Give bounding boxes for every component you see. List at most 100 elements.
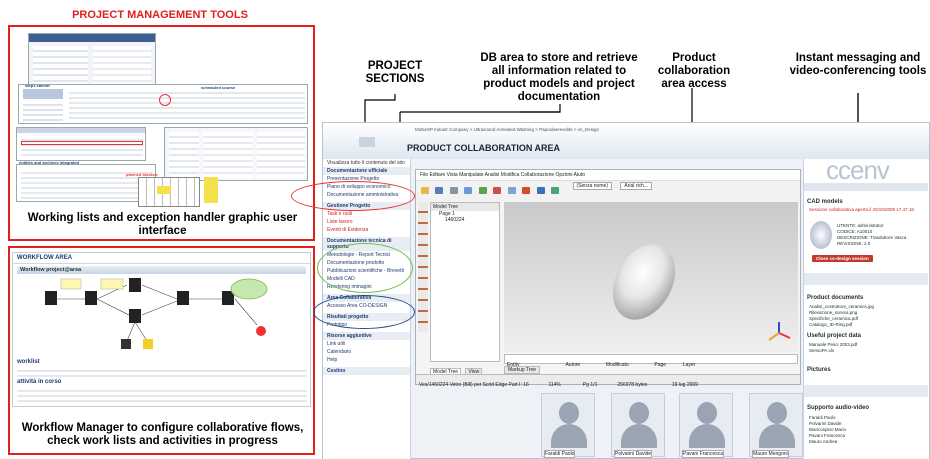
person-name: Mauro Mengoni — [752, 450, 789, 458]
font-field[interactable]: (Senza nome) — [572, 182, 612, 190]
video-tile[interactable]: Polvarini Davide — [611, 393, 665, 458]
app-window: MoNeSP Industr Company > Ultrasound Anne… — [291, 122, 930, 459]
viewer-canvas[interactable] — [504, 202, 798, 352]
viewer-tabs: Model Tree View — [430, 363, 500, 376]
workflow-diagram — [45, 278, 268, 349]
person-body — [621, 424, 657, 448]
cad-code: CODICE: A10010 — [837, 229, 873, 234]
prop-header: Layer — [682, 362, 696, 368]
model-tree-title: Model Tree — [431, 203, 499, 211]
sidebar-item[interactable]: Help — [323, 356, 410, 364]
status-date: 19 lug 2009 — [671, 382, 698, 388]
product-docs-title: Product documents — [807, 295, 864, 301]
sidebar-item[interactable]: Task e ruoli — [323, 210, 410, 218]
video-tile[interactable]: Mauro Mengoni — [749, 393, 803, 458]
person-name: Pavani Francesca — [682, 450, 725, 458]
page-title: PRODUCT COLLABORATION AREA — [407, 143, 560, 153]
activities-label: attività in corso — [17, 379, 62, 385]
pm-screenshot-5: entities and archives integrated — [16, 160, 156, 202]
useful-link[interactable]: Manuale Pesci 2003.pdf — [804, 342, 862, 347]
useful-link[interactable]: SensoPA.xls — [804, 348, 839, 353]
sidebar-item[interactable]: Liste lavoro — [323, 218, 410, 226]
workflow-screenshot: WORKFLOW AREA Workflow project@area work… — [12, 252, 311, 407]
doc-link[interactable]: Analisi_costruttore_ceramica.jpg — [804, 304, 879, 309]
workflow-area-title: WORKFLOW AREA — [13, 253, 310, 264]
sidebar-item[interactable]: Calendario — [323, 348, 410, 356]
audio-video-title: Supporto audio-video — [807, 405, 869, 411]
prop-header: Autore — [565, 362, 581, 368]
color-icon[interactable] — [522, 187, 531, 194]
audio-contact[interactable]: Faraldi Paolo — [804, 415, 841, 420]
doc-link[interactable]: Rilevazione_sonora.png — [804, 310, 862, 315]
pictures-title: Pictures — [807, 367, 831, 373]
useful-data-title: Useful project data — [807, 333, 862, 339]
cad-model — [600, 233, 688, 331]
sidebar-item[interactable]: Eventi di Evidenza — [323, 226, 410, 234]
person-avatar-icon — [629, 402, 649, 424]
pm-screenshot-2: step1 cannot scheduled course — [18, 83, 308, 124]
pm-calendar-grid — [138, 177, 200, 207]
breadcrumb[interactable]: MoNeSP Industr Company > Ultrasound Anne… — [415, 127, 599, 132]
cad-viewer: File Editare Vista Manipulate Analisi Mo… — [415, 169, 801, 388]
sidebar-footer[interactable]: Cestino — [323, 367, 410, 375]
pm-screenshot-4 — [164, 127, 308, 181]
doc-link[interactable]: Catalogo_ID-Ring.pdf — [804, 322, 857, 327]
model-tree: Model Tree Page 1 1460224 — [430, 202, 500, 362]
measure-icon[interactable] — [493, 187, 502, 194]
fit-icon[interactable] — [536, 187, 545, 194]
brand-logo: ccenv — [826, 155, 890, 185]
person-body — [759, 424, 795, 448]
viewer-menu[interactable]: File Editare Vista Manipulate Analisi Mo… — [416, 170, 800, 181]
sidebar-item[interactable]: Link utili — [323, 340, 410, 348]
highlight-green — [317, 243, 413, 293]
prop-header: Page — [654, 362, 667, 368]
logo-bar — [804, 183, 928, 191]
person-avatar-icon — [697, 402, 717, 424]
pm-tag-step1: step1 cannot — [25, 83, 50, 88]
workflow-box: WORKFLOW AREA Workflow project@area work… — [8, 246, 315, 455]
pictures-bar — [804, 385, 928, 397]
pm-tag-entities: entities and archives integrated — [19, 160, 80, 165]
markup-icon[interactable] — [551, 187, 560, 194]
video-tile[interactable]: Faraldi Paolo — [541, 393, 595, 458]
tab-markup-tree[interactable]: Markup Tree — [504, 366, 541, 374]
app-logo-box — [359, 137, 375, 147]
sidebar-intro[interactable]: Visualizza tutto il contenuto del sito — [323, 159, 410, 167]
status-file: Ves/1460224 Vetro (Bill) per Scrid Edge … — [419, 382, 529, 388]
annotation-sections: PROJECT SECTIONS — [365, 60, 425, 85]
print-icon[interactable] — [449, 187, 458, 194]
section-bar — [804, 273, 928, 285]
section-icon[interactable] — [507, 187, 516, 194]
cad-models-title: CAD models — [807, 199, 843, 205]
pm-screenshot-3 — [16, 127, 146, 161]
audio-contact[interactable]: Polvarini Davide — [804, 421, 847, 426]
axis-triad-icon — [768, 322, 791, 341]
workflow-caption: Workflow Manager to configure collaborat… — [21, 422, 304, 447]
pm-tools-caption: Working lists and exception handler grap… — [27, 212, 298, 237]
cad-thumbnail[interactable] — [810, 221, 832, 249]
annotation-db: DB area to store and retrieve all inform… — [480, 52, 638, 103]
save-icon[interactable] — [435, 187, 444, 194]
cad-rev: REVISIONE: 2.0 — [837, 241, 871, 246]
rotate-icon[interactable] — [478, 187, 487, 194]
right-panel: ccenv CAD models Sessione collaborativa … — [803, 155, 929, 459]
activities-table — [17, 387, 307, 405]
audio-contact[interactable]: Pavani Francesca — [804, 433, 850, 438]
close-session-button[interactable]: Close co-design session — [812, 255, 873, 262]
zoom-icon[interactable] — [464, 187, 473, 194]
pm-tag-scheduled: scheduled course — [201, 85, 236, 90]
doc-link[interactable]: Specifiche_ceramica.pdf — [804, 316, 863, 321]
annotation-collab: Product collaboration area access — [657, 52, 731, 90]
pm-tag-block: planned blocked — [126, 172, 158, 177]
video-tile[interactable]: Pavani Francesca — [679, 393, 733, 458]
status-bar: Ves/1460224 Vetro (Bill) per Scrid Edge … — [416, 374, 800, 388]
tree-item[interactable]: 1460224 — [431, 217, 499, 223]
audio-contact[interactable]: Biancospino Mario — [804, 427, 851, 432]
audio-contact[interactable]: Mauro Andrea — [804, 439, 842, 444]
size-field[interactable]: Arial rich... — [620, 182, 653, 190]
status-size: 256978 bytes — [617, 382, 648, 388]
person-body — [689, 424, 725, 448]
pm-tools-box: step1 cannot scheduled course entities a… — [8, 25, 315, 241]
cad-session: Sessione collaborativa aperta il 20/10/2… — [809, 207, 914, 212]
open-icon[interactable] — [421, 187, 429, 194]
